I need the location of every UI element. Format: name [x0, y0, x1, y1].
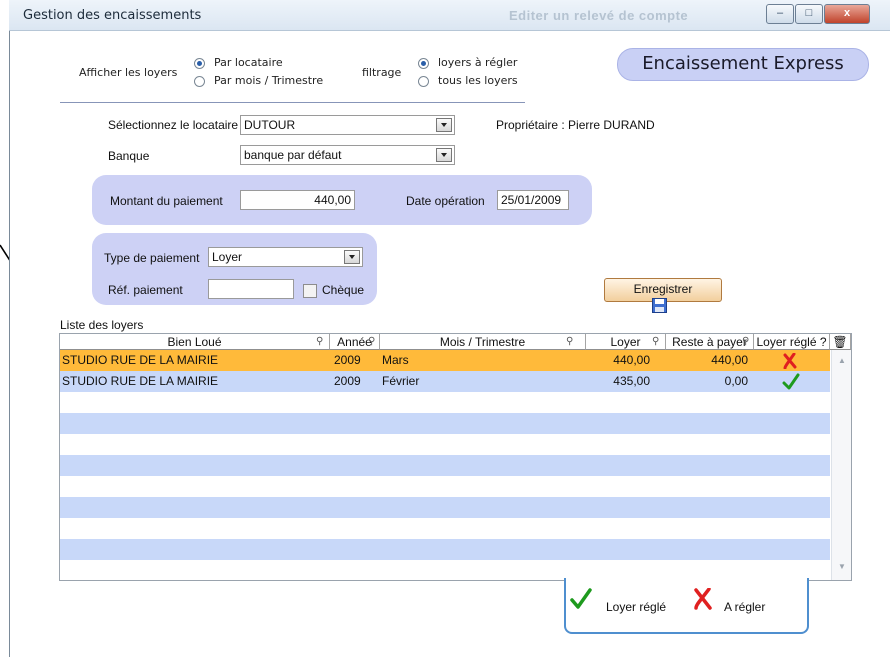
- cell-bien: STUDIO RUE DE LA MAIRIE: [62, 374, 219, 388]
- cheque-label: Chèque: [322, 283, 365, 297]
- search-icon[interactable]: ⚲: [652, 336, 659, 347]
- radio-icon[interactable]: [418, 58, 429, 69]
- column-header-bien[interactable]: Bien Loué: [60, 334, 330, 350]
- cell-loyer: 440,00: [613, 353, 650, 367]
- trash-icon[interactable]: 🗑: [830, 334, 851, 350]
- radio-icon[interactable]: [194, 58, 205, 69]
- separator: [60, 102, 525, 103]
- payment-type-select[interactable]: Loyer: [208, 247, 363, 267]
- radio-icon[interactable]: [194, 76, 205, 87]
- option-label: tous les loyers: [438, 74, 518, 87]
- tenant-label: Sélectionnez le locataire: [108, 118, 239, 132]
- bank-label: Banque: [108, 149, 150, 163]
- empty-row: [60, 539, 830, 560]
- save-label: Enregistrer: [633, 282, 693, 296]
- title-bar: Gestion des encaissements Editer un rele…: [9, 0, 890, 31]
- cell-annee: 2009: [334, 353, 361, 367]
- check-icon: [570, 588, 592, 609]
- cell-annee: 2009: [334, 374, 361, 388]
- close-button[interactable]: x: [824, 4, 870, 24]
- column-header-label: Loyer: [610, 335, 641, 349]
- table-row[interactable]: STUDIO RUE DE LA MAIRIE 2009 Mars 440,00…: [60, 350, 830, 371]
- column-header-mois[interactable]: Mois / Trimestre: [380, 334, 586, 350]
- cell-reste: 440,00: [711, 353, 748, 367]
- search-icon[interactable]: ⚲: [742, 336, 749, 347]
- encaissement-express-button[interactable]: Encaissement Express: [617, 48, 869, 81]
- vertical-scrollbar[interactable]: ▲ ▼: [831, 350, 851, 580]
- date-input[interactable]: 25/01/2009: [497, 190, 569, 210]
- cross-icon: [694, 588, 712, 610]
- chevron-down-icon[interactable]: [436, 118, 452, 132]
- column-header-label: Loyer réglé ?: [756, 335, 827, 349]
- bank-select[interactable]: banque par défaut: [240, 145, 455, 165]
- search-icon[interactable]: ⚲: [368, 336, 375, 347]
- cheque-checkbox[interactable]: [303, 284, 317, 298]
- column-header-label: Bien Loué: [167, 335, 222, 349]
- payment-ref-label: Réf. paiement: [108, 283, 183, 297]
- empty-row: [60, 413, 830, 434]
- rent-list-grid: Bien Loué ⚲ Année ⚲ Mois / Trimestre ⚲ L…: [59, 333, 852, 581]
- check-icon: [782, 373, 800, 390]
- option-label: Par mois / Trimestre: [214, 74, 324, 87]
- amount-label: Montant du paiement: [110, 194, 223, 208]
- tenant-value: DUTOUR: [244, 118, 296, 132]
- display-label: Afficher les loyers: [79, 66, 178, 79]
- option-label: loyers à régler: [438, 56, 518, 69]
- search-icon[interactable]: ⚲: [566, 336, 573, 347]
- empty-row: [60, 497, 830, 518]
- filter-label: filtrage: [362, 66, 402, 79]
- window-title: Gestion des encaissements: [23, 8, 202, 23]
- table-row[interactable]: STUDIO RUE DE LA MAIRIE 2009 Février 435…: [60, 371, 830, 392]
- minimize-button[interactable]: –: [766, 4, 794, 24]
- scroll-down-icon[interactable]: ▼: [838, 562, 846, 571]
- option-label: Par locataire: [214, 56, 283, 69]
- empty-row: [60, 455, 830, 476]
- maximize-button[interactable]: □: [795, 4, 823, 24]
- chevron-down-icon[interactable]: [344, 250, 360, 264]
- column-header-regle[interactable]: Loyer réglé ?: [754, 334, 830, 350]
- scroll-up-icon[interactable]: ▲: [838, 356, 846, 365]
- chevron-down-icon[interactable]: [436, 148, 452, 162]
- cross-icon: [783, 353, 797, 369]
- cell-reste: 0,00: [724, 374, 748, 388]
- tenant-select[interactable]: DUTOUR: [240, 115, 455, 135]
- search-icon[interactable]: ⚲: [316, 336, 323, 347]
- cell-mois: Mars: [382, 353, 409, 367]
- grid-caption: Liste des loyers: [60, 318, 144, 332]
- payment-type-value: Loyer: [212, 250, 243, 264]
- date-label: Date opération: [406, 194, 485, 208]
- cell-bien: STUDIO RUE DE LA MAIRIE: [62, 353, 219, 367]
- column-header-label: Reste à payer: [672, 335, 747, 349]
- column-header-label: Mois / Trimestre: [439, 335, 526, 349]
- floppy-disk-icon: [652, 298, 667, 313]
- cell-loyer: 435,00: [613, 374, 650, 388]
- column-header-reste[interactable]: Reste à payer: [666, 334, 754, 350]
- owner-text: Propriétaire : Pierre DURAND: [496, 118, 655, 132]
- amount-input[interactable]: 440,00: [240, 190, 355, 210]
- column-header-label: Année: [337, 335, 372, 349]
- payment-type-label: Type de paiement: [104, 251, 200, 265]
- legend-box: Loyer réglé A régler: [564, 578, 809, 634]
- bank-value: banque par défaut: [244, 148, 342, 162]
- legend-unpaid-label: A régler: [724, 600, 766, 614]
- payment-ref-input[interactable]: [208, 279, 294, 299]
- cell-mois: Février: [382, 374, 420, 388]
- radio-icon[interactable]: [418, 76, 429, 87]
- background-window-title: Editer un relevé de compte: [509, 8, 689, 23]
- legend-paid-label: Loyer réglé: [606, 600, 667, 614]
